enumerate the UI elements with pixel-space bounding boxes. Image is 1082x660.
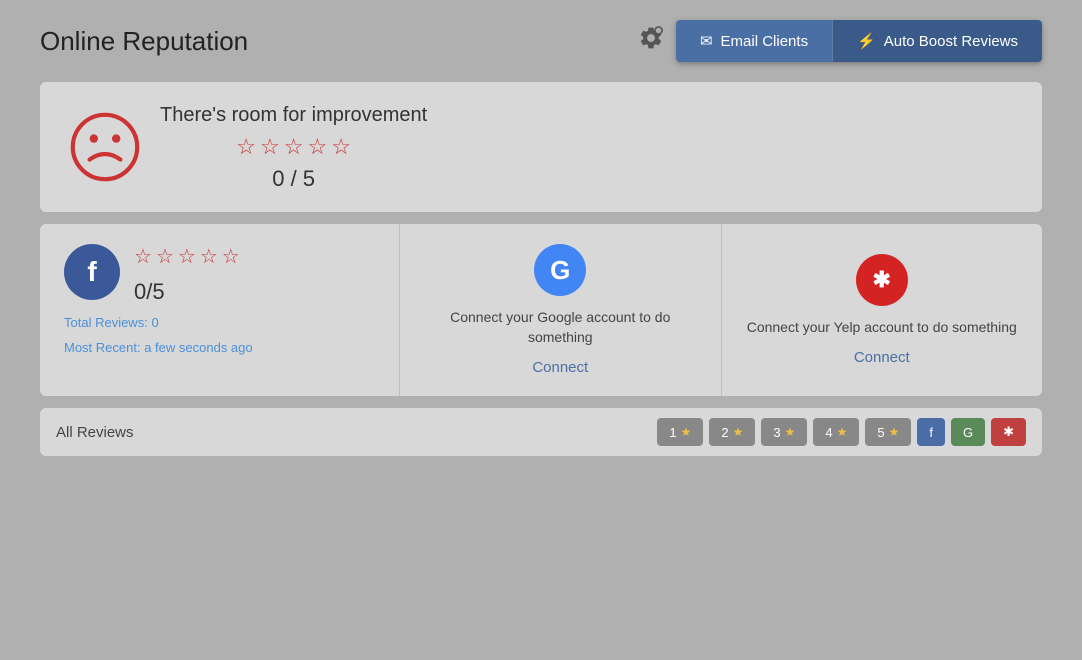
- filter-yelp[interactable]: ✱: [991, 418, 1026, 446]
- filter-1-star[interactable]: 1 ★: [657, 418, 703, 446]
- sad-face-icon: [70, 112, 140, 182]
- google-icon: G: [534, 244, 586, 296]
- filter-5-star[interactable]: 5 ★: [865, 418, 911, 446]
- fb-star-5: ☆: [222, 244, 240, 269]
- google-connect-button[interactable]: Connect: [532, 359, 588, 376]
- fb-star-1: ☆: [134, 244, 152, 269]
- header-buttons: ✉ Email Clients ⚡ Auto Boost Reviews: [676, 20, 1042, 62]
- boost-icon: ⚡: [857, 32, 876, 50]
- star-icon: ★: [681, 425, 692, 439]
- filter-4-star[interactable]: 4 ★: [813, 418, 859, 446]
- settings-icon[interactable]: [638, 25, 664, 57]
- star-5: ☆: [331, 134, 351, 160]
- star-icon: ★: [889, 425, 900, 439]
- star-4: ☆: [307, 134, 327, 160]
- fb-star-4: ☆: [200, 244, 218, 269]
- most-recent-label: Most Recent:: [64, 340, 141, 355]
- facebook-panel: f ☆ ☆ ☆ ☆ ☆ 0/5 Total Reviews: 0 Most: [40, 224, 400, 396]
- email-clients-label: Email Clients: [721, 33, 809, 50]
- fb-top-row: f ☆ ☆ ☆ ☆ ☆ 0/5: [64, 244, 375, 305]
- auto-boost-button[interactable]: ⚡ Auto Boost Reviews: [832, 20, 1042, 62]
- summary-text: There's room for improvement: [160, 102, 427, 128]
- yelp-panel: ✱ Connect your Yelp account to do someth…: [722, 224, 1043, 396]
- star-3: ☆: [284, 134, 304, 160]
- auto-boost-label: Auto Boost Reviews: [884, 33, 1018, 50]
- star-icon: ★: [837, 425, 848, 439]
- star-2: ☆: [260, 134, 280, 160]
- yelp-icon: ✱: [856, 254, 908, 306]
- google-panel: G Connect your Google account to do some…: [400, 224, 722, 396]
- star-1: ☆: [236, 134, 256, 160]
- filter-3-star[interactable]: 3 ★: [761, 418, 807, 446]
- total-reviews-label: Total Reviews:: [64, 315, 148, 330]
- rating-summary: There's room for improvement ☆ ☆ ☆ ☆ ☆ 0…: [160, 102, 427, 192]
- email-clients-button[interactable]: ✉ Email Clients: [676, 20, 832, 62]
- filter-buttons: 1 ★ 2 ★ 3 ★ 4 ★ 5 ★ f G ✱: [657, 418, 1026, 446]
- filter-facebook[interactable]: f: [917, 418, 945, 446]
- filter-2-star[interactable]: 2 ★: [709, 418, 755, 446]
- fb-star-3: ☆: [178, 244, 196, 269]
- header-right: ✉ Email Clients ⚡ Auto Boost Reviews: [638, 20, 1042, 62]
- fb-star-2: ☆: [156, 244, 174, 269]
- google-connect-text: Connect your Google account to do someth…: [424, 308, 697, 347]
- fb-stars: ☆ ☆ ☆ ☆ ☆: [134, 244, 240, 269]
- all-reviews-label: All Reviews: [56, 424, 134, 441]
- fb-most-recent: Most Recent: a few seconds ago: [64, 340, 375, 355]
- reviews-bar: All Reviews 1 ★ 2 ★ 3 ★ 4 ★ 5 ★ f G ✱: [40, 408, 1042, 456]
- top-summary-card: There's room for improvement ☆ ☆ ☆ ☆ ☆ 0…: [40, 82, 1042, 212]
- yelp-connect-text: Connect your Yelp account to do somethin…: [747, 318, 1017, 338]
- yelp-connect-button[interactable]: Connect: [854, 349, 910, 366]
- star-icon: ★: [733, 425, 744, 439]
- fb-total-reviews: Total Reviews: 0: [64, 315, 375, 330]
- header: Online Reputation ✉ Email Clients ⚡ Auto…: [0, 0, 1082, 82]
- total-reviews-value: 0: [151, 315, 158, 330]
- star-icon: ★: [785, 425, 796, 439]
- page-title: Online Reputation: [40, 26, 248, 57]
- bottom-panels: f ☆ ☆ ☆ ☆ ☆ 0/5 Total Reviews: 0 Most: [40, 224, 1042, 396]
- fb-details: ☆ ☆ ☆ ☆ ☆ 0/5: [134, 244, 240, 305]
- most-recent-value: a few seconds ago: [144, 340, 252, 355]
- facebook-avatar: f: [64, 244, 120, 300]
- email-icon: ✉: [700, 32, 713, 50]
- main-content: There's room for improvement ☆ ☆ ☆ ☆ ☆ 0…: [40, 82, 1042, 456]
- fb-score: 0/5: [134, 279, 240, 305]
- summary-score: 0 / 5: [272, 166, 315, 192]
- summary-stars: ☆ ☆ ☆ ☆ ☆: [236, 134, 351, 160]
- filter-google[interactable]: G: [951, 418, 985, 446]
